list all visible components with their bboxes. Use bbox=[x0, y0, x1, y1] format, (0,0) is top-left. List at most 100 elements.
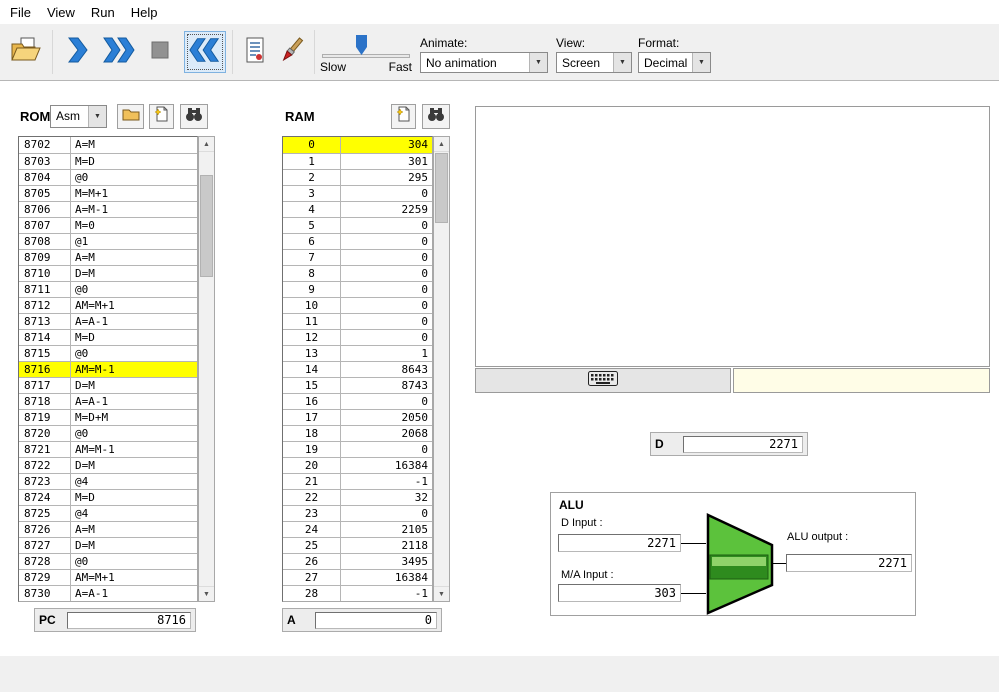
ram-row[interactable]: 18 2068 bbox=[283, 425, 432, 441]
rom-row-value[interactable]: M=0 bbox=[71, 218, 197, 233]
ram-row-value[interactable]: 304 bbox=[341, 137, 432, 153]
ram-row-value[interactable]: 0 bbox=[341, 266, 432, 281]
ram-row-address[interactable]: 0 bbox=[283, 137, 341, 153]
chevron-down-icon[interactable]: ▼ bbox=[529, 53, 547, 72]
ram-row-address[interactable]: 19 bbox=[283, 442, 341, 457]
rom-row-value[interactable]: A=M bbox=[71, 137, 197, 153]
rom-row[interactable]: 8711 @0 bbox=[19, 281, 197, 297]
rom-row-address[interactable]: 8708 bbox=[19, 234, 71, 249]
ram-row[interactable]: 70 bbox=[283, 249, 432, 265]
ram-row[interactable]: 14 8643 bbox=[283, 361, 432, 377]
rom-row-address[interactable]: 8713 bbox=[19, 314, 71, 329]
rom-row-value[interactable]: @1 bbox=[71, 234, 197, 249]
ram-row-value[interactable]: 0 bbox=[341, 282, 432, 297]
rom-row-address[interactable]: 8714 bbox=[19, 330, 71, 345]
ram-row-address[interactable]: 7 bbox=[283, 250, 341, 265]
rom-row[interactable]: 8724 M=D bbox=[19, 489, 197, 505]
ram-row[interactable]: 22 32 bbox=[283, 489, 432, 505]
rom-row-address[interactable]: 8719 bbox=[19, 410, 71, 425]
scroll-down-icon[interactable]: ▼ bbox=[434, 586, 449, 601]
rom-row-value[interactable]: M=M+1 bbox=[71, 186, 197, 201]
ram-row-address[interactable]: 5 bbox=[283, 218, 341, 233]
ram-row[interactable]: 12 0 bbox=[283, 329, 432, 345]
rom-row-address[interactable]: 8726 bbox=[19, 522, 71, 537]
ram-row-value[interactable]: 32 bbox=[341, 490, 432, 505]
ram-row-address[interactable]: 3 bbox=[283, 186, 341, 201]
ram-row-address[interactable]: 14 bbox=[283, 362, 341, 377]
ram-row-address[interactable]: 16 bbox=[283, 394, 341, 409]
ram-row-value[interactable]: 0 bbox=[341, 506, 432, 521]
ram-row[interactable]: 24 2105 bbox=[283, 521, 432, 537]
ram-row-address[interactable]: 2 bbox=[283, 170, 341, 185]
rom-row[interactable]: 8708 @1 bbox=[19, 233, 197, 249]
rom-row[interactable]: 8720 @0 bbox=[19, 425, 197, 441]
rom-row-address[interactable]: 8711 bbox=[19, 282, 71, 297]
menu-view[interactable]: View bbox=[39, 2, 83, 23]
rom-row-value[interactable]: D=M bbox=[71, 458, 197, 473]
ram-row-address[interactable]: 22 bbox=[283, 490, 341, 505]
ram-row-address[interactable]: 17 bbox=[283, 410, 341, 425]
rom-row[interactable]: 8709 A=M bbox=[19, 249, 197, 265]
ram-row[interactable]: 30 bbox=[283, 185, 432, 201]
ram-row-value[interactable]: 0 bbox=[341, 298, 432, 313]
rom-row[interactable]: 8727 D=M bbox=[19, 537, 197, 553]
rom-scrollbar[interactable]: ▲ ▼ bbox=[198, 136, 215, 602]
ram-row[interactable]: 60 bbox=[283, 233, 432, 249]
rom-row[interactable]: 8728 @0 bbox=[19, 553, 197, 569]
rom-row-address[interactable]: 8728 bbox=[19, 554, 71, 569]
rom-row-address[interactable]: 8724 bbox=[19, 490, 71, 505]
ram-row[interactable]: 23 0 bbox=[283, 505, 432, 521]
rom-row-value[interactable]: D=M bbox=[71, 378, 197, 393]
ram-row-address[interactable]: 20 bbox=[283, 458, 341, 473]
view-select[interactable]: Screen ▼ bbox=[556, 52, 632, 73]
rom-row[interactable]: 8726 A=M bbox=[19, 521, 197, 537]
keyboard-input-field[interactable] bbox=[733, 368, 990, 393]
program-flow-button[interactable] bbox=[240, 33, 270, 71]
ram-row[interactable]: 1 301 bbox=[283, 153, 432, 169]
a-value-field[interactable]: 0 bbox=[315, 611, 437, 629]
ram-row-address[interactable]: 23 bbox=[283, 506, 341, 521]
ram-row-address[interactable]: 18 bbox=[283, 426, 341, 441]
rom-row-value[interactable]: @0 bbox=[71, 346, 197, 361]
ram-scrollbar-thumb[interactable] bbox=[435, 153, 448, 223]
rom-row-address[interactable]: 8718 bbox=[19, 394, 71, 409]
rom-row-value[interactable]: A=M bbox=[71, 522, 197, 537]
ram-row-address[interactable]: 26 bbox=[283, 554, 341, 569]
ram-row-value[interactable]: 2105 bbox=[341, 522, 432, 537]
rom-row-address[interactable]: 8705 bbox=[19, 186, 71, 201]
keyboard-button[interactable] bbox=[475, 368, 731, 393]
rom-row-address[interactable]: 8721 bbox=[19, 442, 71, 457]
chevron-down-icon[interactable]: ▼ bbox=[88, 106, 106, 127]
rom-row[interactable]: 8718 A=A-1 bbox=[19, 393, 197, 409]
ram-row-address[interactable]: 9 bbox=[283, 282, 341, 297]
ram-row[interactable]: 50 bbox=[283, 217, 432, 233]
ram-row[interactable]: 20 16384 bbox=[283, 457, 432, 473]
rom-row-address[interactable]: 8709 bbox=[19, 250, 71, 265]
rom-load-button[interactable] bbox=[117, 104, 144, 129]
rom-row-value[interactable]: A=M bbox=[71, 250, 197, 265]
ram-row-value[interactable]: 2259 bbox=[341, 202, 432, 217]
ram-row-address[interactable]: 25 bbox=[283, 538, 341, 553]
ram-row[interactable]: 17 2050 bbox=[283, 409, 432, 425]
rom-row[interactable]: 8723 @4 bbox=[19, 473, 197, 489]
rom-row-value[interactable]: M=D bbox=[71, 330, 197, 345]
rom-row[interactable]: 8715 @0 bbox=[19, 345, 197, 361]
rom-row-value[interactable]: M=D bbox=[71, 154, 197, 169]
single-step-button[interactable] bbox=[60, 33, 94, 71]
rom-row-address[interactable]: 8704 bbox=[19, 170, 71, 185]
rom-row-value[interactable]: AM=M-1 bbox=[71, 362, 197, 377]
scroll-up-icon[interactable]: ▲ bbox=[199, 137, 214, 152]
rom-row[interactable]: 8719 M=D+M bbox=[19, 409, 197, 425]
rom-row-address[interactable]: 8710 bbox=[19, 266, 71, 281]
rom-row-value[interactable]: A=M-1 bbox=[71, 202, 197, 217]
slider-thumb[interactable] bbox=[356, 35, 367, 55]
chevron-down-icon[interactable]: ▼ bbox=[613, 53, 631, 72]
ram-row-value[interactable]: 2050 bbox=[341, 410, 432, 425]
ram-row[interactable]: 26 3495 bbox=[283, 553, 432, 569]
ram-row-address[interactable]: 12 bbox=[283, 330, 341, 345]
rom-row[interactable]: 8702 A=M bbox=[19, 137, 197, 153]
rom-row-value[interactable]: M=D bbox=[71, 490, 197, 505]
chevron-down-icon[interactable]: ▼ bbox=[692, 53, 710, 72]
rom-row-address[interactable]: 8727 bbox=[19, 538, 71, 553]
rom-row-value[interactable]: D=M bbox=[71, 266, 197, 281]
